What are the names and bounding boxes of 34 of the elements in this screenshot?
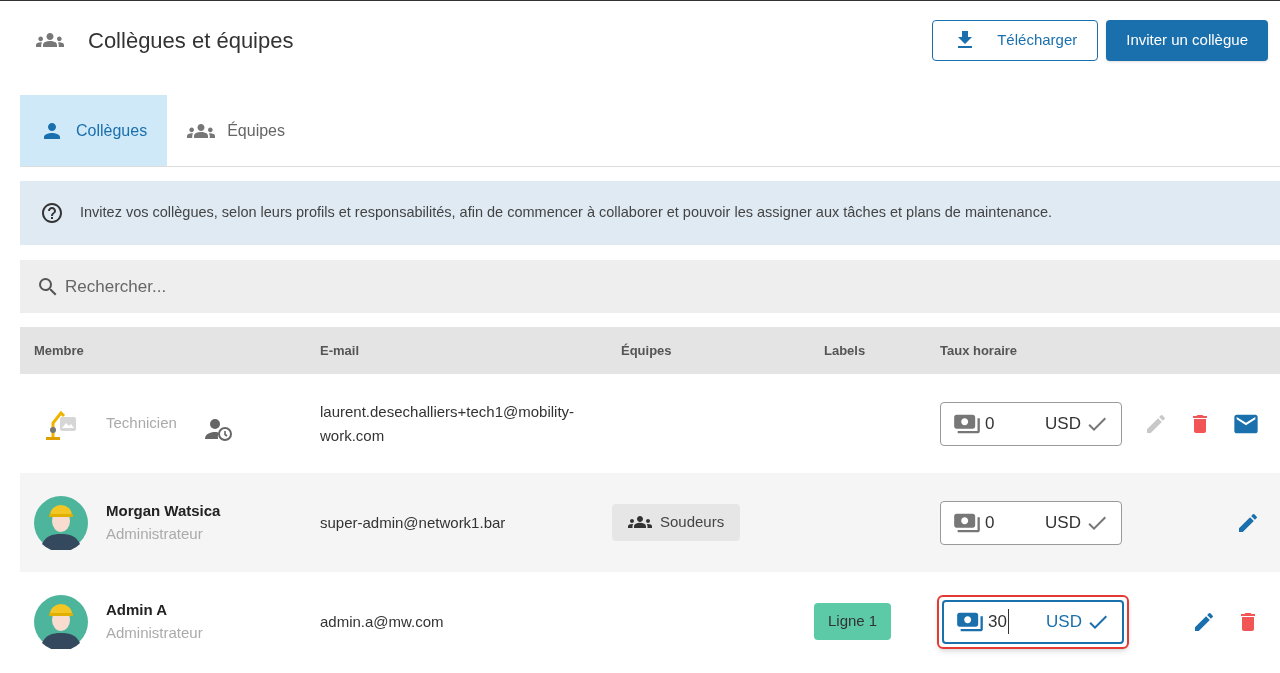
download-button[interactable]: Télécharger (932, 19, 1099, 61)
avatar-icon (34, 495, 88, 550)
page-title: Collègues et équipes (88, 26, 294, 55)
column-header: Équipes (621, 342, 672, 358)
column-header: Labels (824, 342, 866, 358)
column-header: E-mail (320, 342, 359, 358)
label-tag: Ligne 1 (814, 603, 892, 640)
currency-label: USD (1045, 412, 1081, 435)
hourly-rate-field[interactable]: 0 USD (940, 500, 1122, 545)
rate-value: 0 (985, 412, 995, 435)
member-email: admin.a@mw.com (320, 612, 444, 630)
currency-label: USD (1046, 610, 1082, 633)
hourly-rate-field[interactable]: 0 USD (940, 401, 1122, 446)
rate-value: 30 (988, 608, 1009, 635)
member-name: Morgan Watsica (106, 501, 221, 521)
member-email: super-admin@network1.bar (320, 513, 506, 531)
member-role: Administrateur (106, 523, 204, 544)
member-name: Admin A (106, 600, 169, 620)
hourly-rate-field[interactable]: 30 USD (942, 599, 1124, 644)
member-role: Technicien (106, 413, 177, 434)
avatar-icon (34, 594, 88, 649)
column-header: Taux horaire (940, 342, 1018, 358)
search-field[interactable]: Rechercher... (20, 260, 1280, 313)
team-chip: Soudeurs (612, 503, 741, 541)
invite-button[interactable]: Inviter un collègue (1106, 19, 1268, 61)
member-role: Administrateur (106, 622, 203, 643)
currency-label: USD (1045, 511, 1081, 534)
column-header: Membre (34, 342, 84, 358)
tab[interactable]: Collègues (20, 95, 168, 166)
rate-value: 0 (985, 511, 995, 534)
info-text: Invitez vos collègues, selon leurs profils et responsabilités, afin de commencer à collaborer et pouvoir les assigner aux tâches et plans de maintenance. (80, 203, 1053, 223)
tab[interactable]: Équipes (167, 95, 305, 166)
member-email: laurent.desechalliers+tech1@mobility-work.com (320, 402, 575, 444)
help-icon (40, 201, 64, 225)
